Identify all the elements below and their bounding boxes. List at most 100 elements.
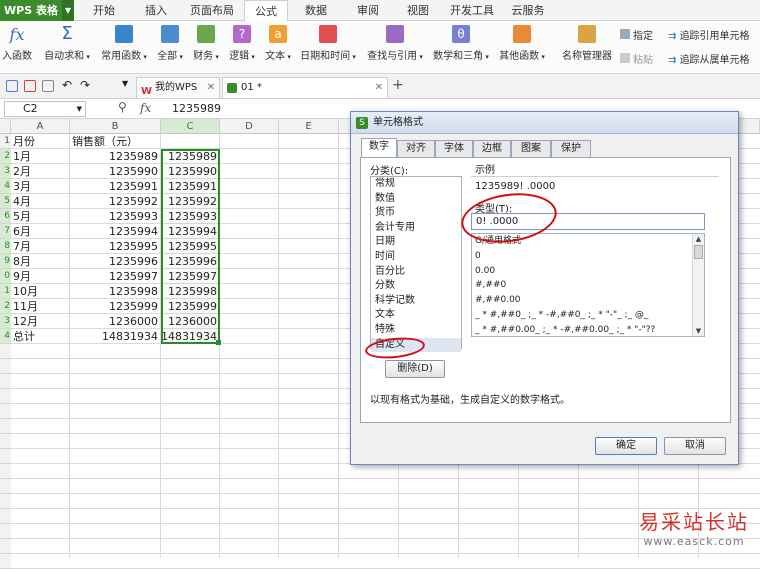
row-header[interactable] (0, 404, 11, 419)
cell-b2[interactable]: 1235989 (70, 149, 161, 164)
specify-button[interactable]: 指定 (620, 27, 653, 42)
tab-start[interactable]: 开始 (84, 0, 124, 21)
column-header-d[interactable]: D (220, 119, 279, 134)
tab-insert[interactable]: 插入 (136, 0, 176, 21)
row-header[interactable] (0, 419, 11, 434)
formula-input[interactable]: 1235989 (172, 102, 221, 115)
column-header-b[interactable]: B (70, 119, 161, 134)
cell-a11[interactable]: 10月 (13, 284, 69, 299)
category-item[interactable]: 日期 (371, 235, 461, 250)
cell-a5[interactable]: 4月 (13, 194, 69, 209)
cell-b5[interactable]: 1235992 (70, 194, 161, 209)
print-preview-icon[interactable] (24, 80, 36, 92)
name-box[interactable]: C2 ▼ (4, 101, 86, 117)
cell-a3[interactable]: 2月 (13, 164, 69, 179)
row-header[interactable]: 7 (0, 224, 11, 239)
cell-a10[interactable]: 9月 (13, 269, 69, 284)
category-item[interactable]: 会计专用 (371, 221, 461, 236)
type-format-list[interactable]: G/通用格式 0 0.00 #,##0 #,##0.00 _ * #,##0_ ;_ * … (471, 233, 705, 337)
row-header[interactable] (0, 464, 11, 479)
row-header[interactable] (0, 479, 11, 494)
tab-alignment[interactable]: 对齐 (397, 140, 435, 157)
cell-b10[interactable]: 1235997 (70, 269, 161, 284)
chevron-down-icon[interactable]: ▼ (77, 102, 82, 116)
row-header[interactable] (0, 539, 11, 554)
tab-protection[interactable]: 保护 (551, 140, 591, 157)
scroll-down-arrow-icon[interactable]: ▼ (693, 326, 704, 336)
row-header[interactable] (0, 449, 11, 464)
tab-formula[interactable]: 公式 (244, 0, 288, 22)
tab-page-layout[interactable]: 页面布局 (186, 0, 238, 21)
row-header[interactable] (0, 344, 11, 359)
cell-a12[interactable]: 11月 (13, 299, 69, 314)
row-header[interactable] (0, 374, 11, 389)
lookup-button[interactable]: 查找与引用 ▾ (364, 25, 426, 71)
all-functions-button[interactable]: 全部 ▾ (154, 25, 186, 71)
row-header[interactable]: 1 (0, 284, 11, 299)
fill-handle[interactable] (216, 340, 221, 345)
cell-b9[interactable]: 1235996 (70, 254, 161, 269)
cell-b4[interactable]: 1235991 (70, 179, 161, 194)
cell-a8[interactable]: 7月 (13, 239, 69, 254)
tab-document-01[interactable]: 01 * ✕ (222, 77, 388, 98)
row-header[interactable]: 3 (0, 314, 11, 329)
tab-cloud[interactable]: 云服务 (506, 0, 550, 21)
cell-a1[interactable]: 月份 (13, 134, 69, 149)
cell-b8[interactable]: 1235995 (70, 239, 161, 254)
logic-button[interactable]: ? 逻辑 ▾ (226, 25, 258, 71)
paste-button[interactable]: 粘贴 (620, 51, 653, 66)
row-header[interactable]: 3 (0, 164, 11, 179)
name-manager-button[interactable]: 名称管理器 (560, 25, 614, 71)
cell-b14[interactable]: 14831934 (70, 329, 161, 344)
row-header[interactable]: 0 (0, 269, 11, 284)
row-header[interactable]: 2 (0, 299, 11, 314)
column-header-c[interactable]: C (161, 119, 220, 134)
tab-view[interactable]: 视图 (398, 0, 438, 21)
row-header[interactable] (0, 524, 11, 539)
fx-icon[interactable]: fx (140, 101, 151, 115)
close-icon[interactable]: ✕ (375, 78, 383, 98)
type-format-item[interactable]: 0.00 (472, 264, 704, 279)
trace-precedents-button[interactable]: ⇉ 追踪引用单元格 (668, 27, 750, 42)
cell-b7[interactable]: 1235994 (70, 224, 161, 239)
new-tab-plus-icon[interactable]: + (392, 77, 404, 93)
category-item[interactable]: 常规 (371, 177, 461, 192)
type-format-item[interactable]: #,##0.00 (472, 293, 704, 308)
cell-b3[interactable]: 1235990 (70, 164, 161, 179)
tab-data[interactable]: 数据 (296, 0, 336, 21)
undo-icon[interactable]: ↶ (62, 78, 72, 92)
category-item[interactable]: 分数 (371, 279, 461, 294)
save-icon[interactable] (6, 80, 18, 92)
delete-button[interactable]: 删除(D) (385, 360, 445, 378)
datetime-button[interactable]: 日期和时间 ▾ (298, 25, 358, 71)
insert-function-button[interactable]: fx 入函数 (0, 25, 34, 71)
row-header[interactable] (0, 494, 11, 509)
tab-number[interactable]: 数字 (361, 138, 397, 158)
cancel-button[interactable]: 取消 (664, 437, 726, 455)
chevron-down-icon[interactable]: ▼ (122, 79, 128, 88)
row-header[interactable] (0, 509, 11, 524)
category-item[interactable]: 百分比 (371, 265, 461, 280)
row-header[interactable]: 6 (0, 209, 11, 224)
type-format-item[interactable]: #,##0 (472, 278, 704, 293)
cell-a7[interactable]: 6月 (13, 224, 69, 239)
tab-border[interactable]: 边框 (473, 140, 511, 157)
cell-a2[interactable]: 1月 (13, 149, 69, 164)
row-header[interactable] (0, 554, 11, 569)
row-header[interactable]: 9 (0, 254, 11, 269)
zoom-search-icon[interactable]: ⚲ (118, 100, 127, 114)
row-header[interactable]: 4 (0, 329, 11, 344)
row-header[interactable] (0, 434, 11, 449)
select-all-corner[interactable] (0, 119, 11, 134)
row-header[interactable] (0, 359, 11, 374)
tab-font[interactable]: 字体 (435, 140, 473, 157)
column-header-a[interactable]: A (11, 119, 70, 134)
category-item[interactable]: 特殊 (371, 323, 461, 338)
cell-a14[interactable]: 总计 (13, 329, 69, 344)
row-header[interactable]: 2 (0, 149, 11, 164)
redo-icon[interactable]: ↷ (80, 78, 90, 92)
row-header[interactable] (0, 389, 11, 404)
category-item[interactable]: 数值 (371, 192, 461, 207)
tab-developer[interactable]: 开发工具 (446, 0, 498, 21)
cell-b1[interactable]: 销售额（元） (72, 134, 192, 149)
